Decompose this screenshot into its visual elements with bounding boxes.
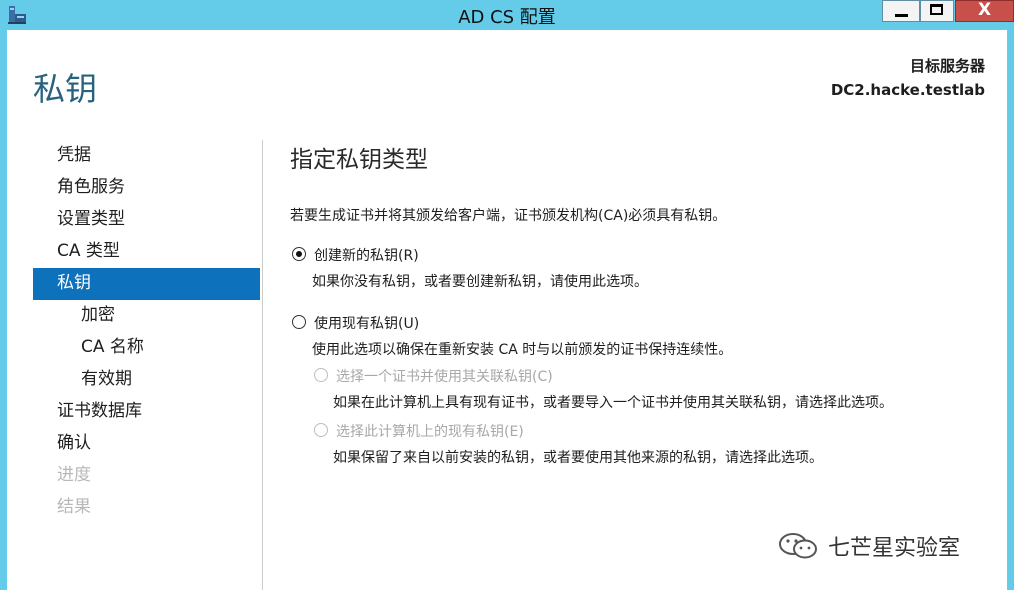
target-server-name: DC2.hacke.testlab xyxy=(830,81,985,99)
window-border-left xyxy=(0,30,7,590)
window-border-right xyxy=(1007,30,1014,590)
wechat-icon xyxy=(779,533,817,559)
title-bar: AD CS 配置 X xyxy=(0,0,1014,30)
intro-text: 若要生成证书并将其颁发给客户端，证书颁发机构(CA)必须具有私钥。 xyxy=(290,208,727,224)
target-server-label: 目标服务器 xyxy=(909,57,985,75)
maximize-icon xyxy=(930,4,943,15)
window-title: AD CS 配置 xyxy=(458,7,556,28)
select-existing-key-radio[interactable] xyxy=(314,423,328,437)
use-existing-key-desc: 使用此选项以确保在重新安装 CA 时与以前颁发的证书保持连续性。 xyxy=(312,342,733,358)
select-certificate-radio[interactable] xyxy=(314,368,328,382)
nav-item-validity-period[interactable]: 有效期 xyxy=(33,364,260,396)
nav-item-credentials[interactable]: 凭据 xyxy=(33,140,260,172)
select-existing-key-desc: 如果保留了来自以前安装的私钥，或者要使用其他来源的私钥，请选择此选项。 xyxy=(333,450,823,466)
wizard-nav: 凭据 角色服务 设置类型 CA 类型 私钥 加密 CA 名称 有效期 证书数据库… xyxy=(33,140,260,524)
nav-item-certificate-database[interactable]: 证书数据库 xyxy=(33,396,260,428)
select-certificate-label[interactable]: 选择一个证书并使用其关联私钥(C) xyxy=(336,366,553,386)
use-existing-key-label[interactable]: 使用现有私钥(U) xyxy=(314,313,419,333)
nav-item-cryptography[interactable]: 加密 xyxy=(33,300,260,332)
maximize-button[interactable] xyxy=(920,0,954,22)
section-title: 指定私钥类型 xyxy=(290,147,428,173)
minimize-icon xyxy=(895,14,908,17)
nav-item-private-key[interactable]: 私钥 xyxy=(33,268,260,300)
page-title: 私钥 xyxy=(33,70,98,108)
create-new-key-radio[interactable] xyxy=(292,247,306,261)
close-icon: X xyxy=(977,0,992,20)
create-new-key-label[interactable]: 创建新的私钥(R) xyxy=(314,245,419,265)
nav-item-setup-type[interactable]: 设置类型 xyxy=(33,204,260,236)
use-existing-key-radio[interactable] xyxy=(292,315,306,329)
select-certificate-desc: 如果在此计算机上具有现有证书，或者要导入一个证书并使用其关联私钥，请选择此选项。 xyxy=(333,395,893,411)
watermark-text: 七芒星实验室 xyxy=(828,536,961,561)
close-button[interactable]: X xyxy=(955,0,1014,22)
nav-item-ca-name[interactable]: CA 名称 xyxy=(33,332,260,364)
nav-item-confirmation[interactable]: 确认 xyxy=(33,428,260,460)
create-new-key-desc: 如果你没有私钥，或者要创建新私钥，请使用此选项。 xyxy=(312,274,648,290)
nav-item-role-services[interactable]: 角色服务 xyxy=(33,172,260,204)
select-existing-key-label[interactable]: 选择此计算机上的现有私钥(E) xyxy=(336,421,524,441)
nav-divider xyxy=(262,140,263,590)
nav-item-progress: 进度 xyxy=(57,465,91,485)
minimize-button[interactable] xyxy=(882,0,920,22)
nav-item-ca-type[interactable]: CA 类型 xyxy=(33,236,260,268)
nav-item-results: 结果 xyxy=(57,497,91,517)
